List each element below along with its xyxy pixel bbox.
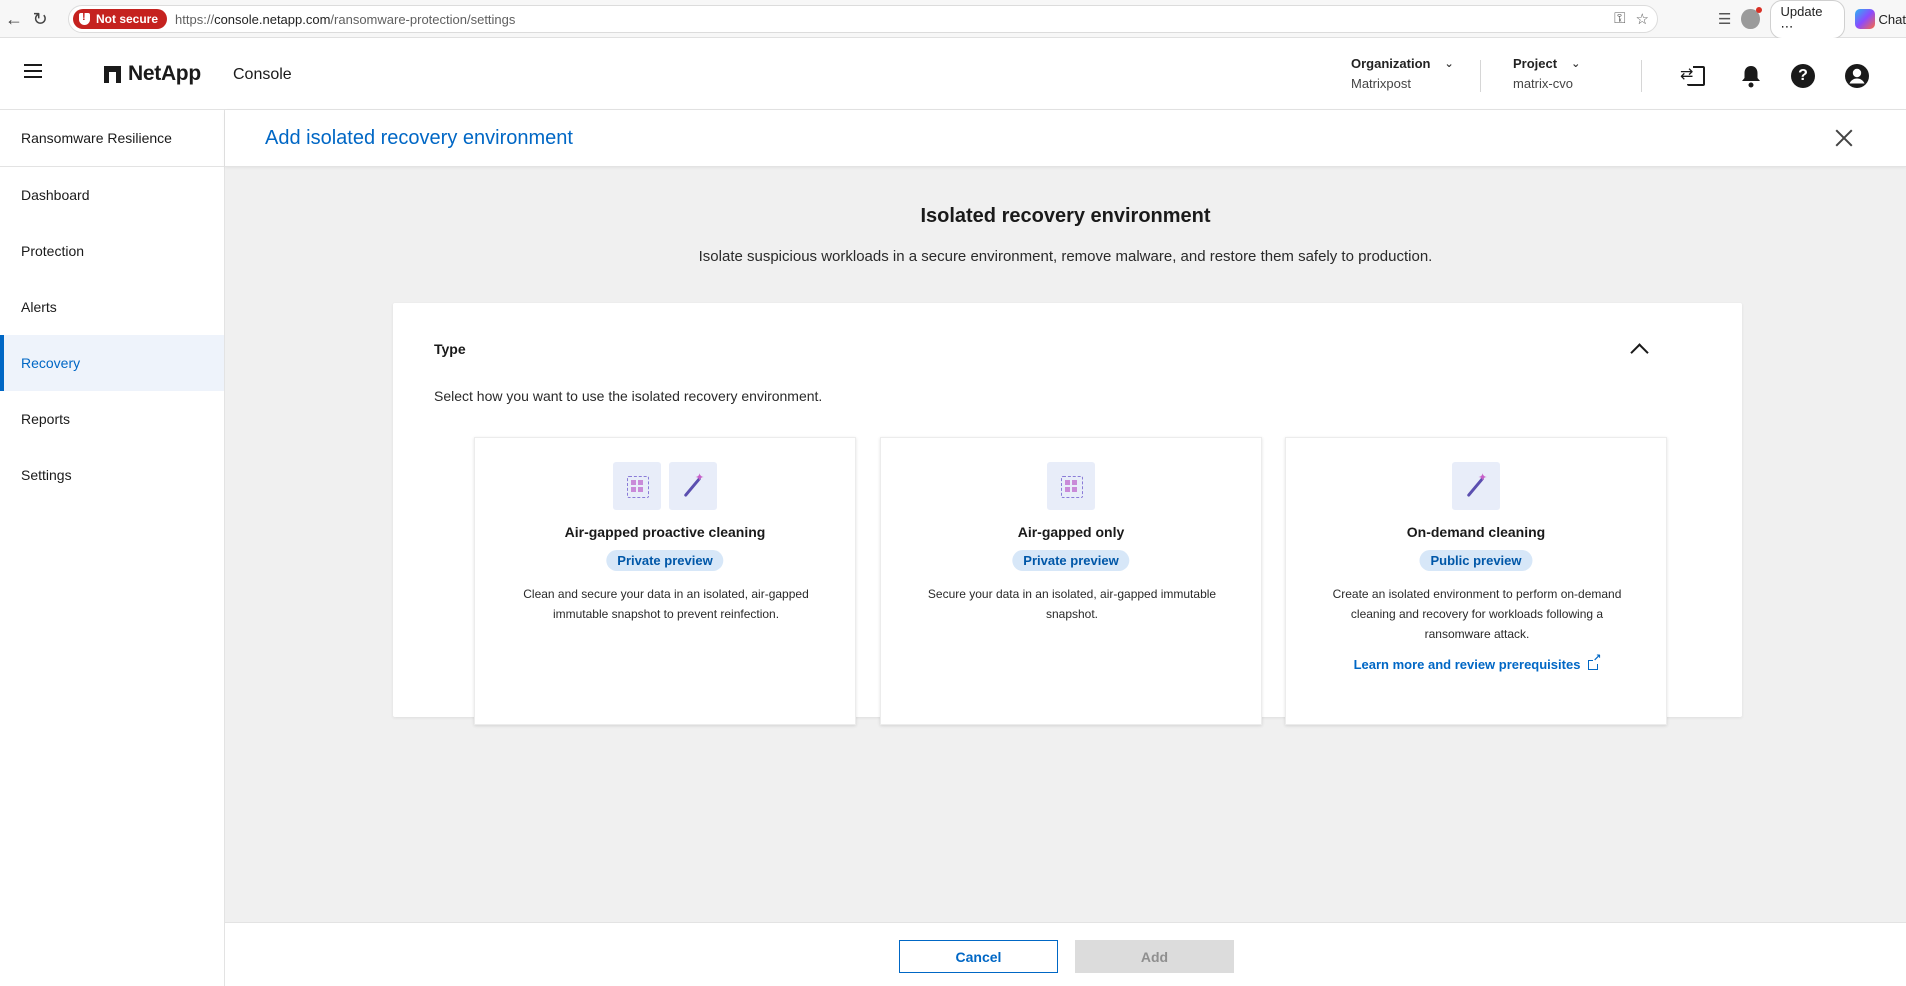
option-description: Create an isolated environment to perfor…	[1332, 587, 1622, 641]
option-title: Air-gapped only	[1017, 524, 1125, 540]
connector-icon[interactable]	[1680, 63, 1709, 89]
type-heading: Type	[434, 341, 466, 357]
back-icon[interactable]: ←	[0, 5, 28, 33]
sidebar-title: Ransomware Resilience	[0, 110, 224, 167]
main-content: Add isolated recovery environment Isolat…	[225, 110, 1906, 986]
preview-badge: Public preview	[1419, 550, 1533, 571]
chevron-down-icon: ⌄	[1444, 58, 1454, 70]
shield-icon	[79, 11, 90, 25]
type-card: Type Select how you want to use the isol…	[393, 303, 1742, 725]
chevron-up-icon[interactable]	[1629, 339, 1649, 359]
sidebar-nav: Dashboard Protection Alerts Recovery Rep…	[0, 167, 224, 503]
organization-selector[interactable]: Organization ⌄ Matrixpost	[1351, 56, 1471, 91]
sidebar-item-protection[interactable]: Protection	[0, 223, 224, 279]
copilot-chat-button[interactable]: Chat	[1854, 9, 1906, 29]
cancel-button[interactable]: Cancel	[899, 940, 1058, 973]
key-icon[interactable]: ⚿	[1614, 10, 1625, 28]
netapp-logo-mark	[104, 65, 121, 83]
sidebar-item-settings[interactable]: Settings	[0, 447, 224, 503]
option-description: Secure your data in an isolated, air-gap…	[927, 587, 1217, 621]
option-air-gapped-only[interactable]: Air-gapped only Private preview Secure y…	[880, 437, 1262, 725]
reload-icon[interactable]: ↻	[26, 5, 54, 33]
chevron-down-icon: ⌄	[1571, 58, 1581, 70]
snapshot-grid-icon	[613, 462, 661, 510]
project-selector[interactable]: Project ⌄ matrix-cvo	[1513, 56, 1633, 91]
snapshot-grid-icon	[1047, 462, 1095, 510]
magic-wand-icon	[1452, 462, 1500, 510]
update-button[interactable]: Update ⋯	[1769, 0, 1845, 39]
address-bar[interactable]: Not secure https://console.netapp.com/ra…	[68, 5, 1658, 33]
section-title: Isolated recovery environment	[920, 205, 1211, 227]
divider	[1641, 60, 1642, 92]
profile-avatar[interactable]	[1741, 7, 1762, 29]
divider	[1480, 60, 1481, 92]
browser-toolbar: ← ↻ Not secure https://console.netapp.co…	[0, 0, 1906, 39]
option-on-demand-cleaning[interactable]: On-demand cleaning Public preview Create…	[1285, 437, 1667, 725]
section-subtitle: Isolate suspicious workloads in a secure…	[698, 248, 1433, 265]
sidebar: Ransomware Resilience Dashboard Protecti…	[0, 110, 225, 986]
panel-title: Add isolated recovery environment	[265, 127, 573, 149]
close-icon[interactable]	[1832, 126, 1856, 150]
browser-right-controls: ☰ Update ⋯ Chat	[1718, 0, 1906, 39]
footer-bar: Cancel Add	[225, 922, 1906, 986]
netapp-logo[interactable]: NetApp	[104, 62, 201, 86]
sidebar-item-dashboard[interactable]: Dashboard	[0, 167, 224, 223]
star-icon[interactable]: ☆	[1636, 10, 1649, 28]
url-text: https://console.netapp.com/ransomware-pr…	[175, 11, 516, 27]
add-button[interactable]: Add	[1075, 940, 1234, 973]
sidebar-item-alerts[interactable]: Alerts	[0, 279, 224, 335]
sidebar-item-reports[interactable]: Reports	[0, 391, 224, 447]
user-account-icon[interactable]	[1844, 63, 1870, 89]
preview-badge: Private preview	[1012, 550, 1130, 571]
type-description: Select how you want to use the isolated …	[434, 388, 823, 404]
favorites-icon[interactable]: ☰	[1718, 10, 1731, 28]
sidebar-item-recovery[interactable]: Recovery	[0, 335, 224, 391]
preview-badge: Private preview	[606, 550, 724, 571]
console-label: Console	[233, 66, 292, 83]
option-air-gapped-proactive-cleaning[interactable]: Air-gapped proactive cleaning Private pr…	[474, 437, 856, 725]
help-icon[interactable]: ?	[1790, 63, 1816, 89]
option-description: Clean and secure your data in an isolate…	[523, 587, 809, 621]
external-link-icon	[1588, 654, 1602, 670]
panel-header: Add isolated recovery environment	[225, 110, 1906, 167]
option-title: On-demand cleaning	[1406, 524, 1546, 540]
learn-more-link[interactable]: Learn more and review prerequisites	[1286, 654, 1666, 672]
copilot-icon	[1854, 9, 1875, 29]
notifications-bell-icon[interactable]	[1738, 63, 1764, 89]
magic-wand-icon	[669, 462, 717, 510]
security-badge[interactable]: Not secure	[73, 9, 168, 29]
option-title: Air-gapped proactive cleaning	[564, 524, 766, 540]
app-header: NetApp Console Organization ⌄ Matrixpost …	[0, 38, 1906, 110]
address-bar-actions: ⚿ ☆	[1614, 10, 1649, 28]
menu-icon[interactable]	[24, 64, 42, 78]
